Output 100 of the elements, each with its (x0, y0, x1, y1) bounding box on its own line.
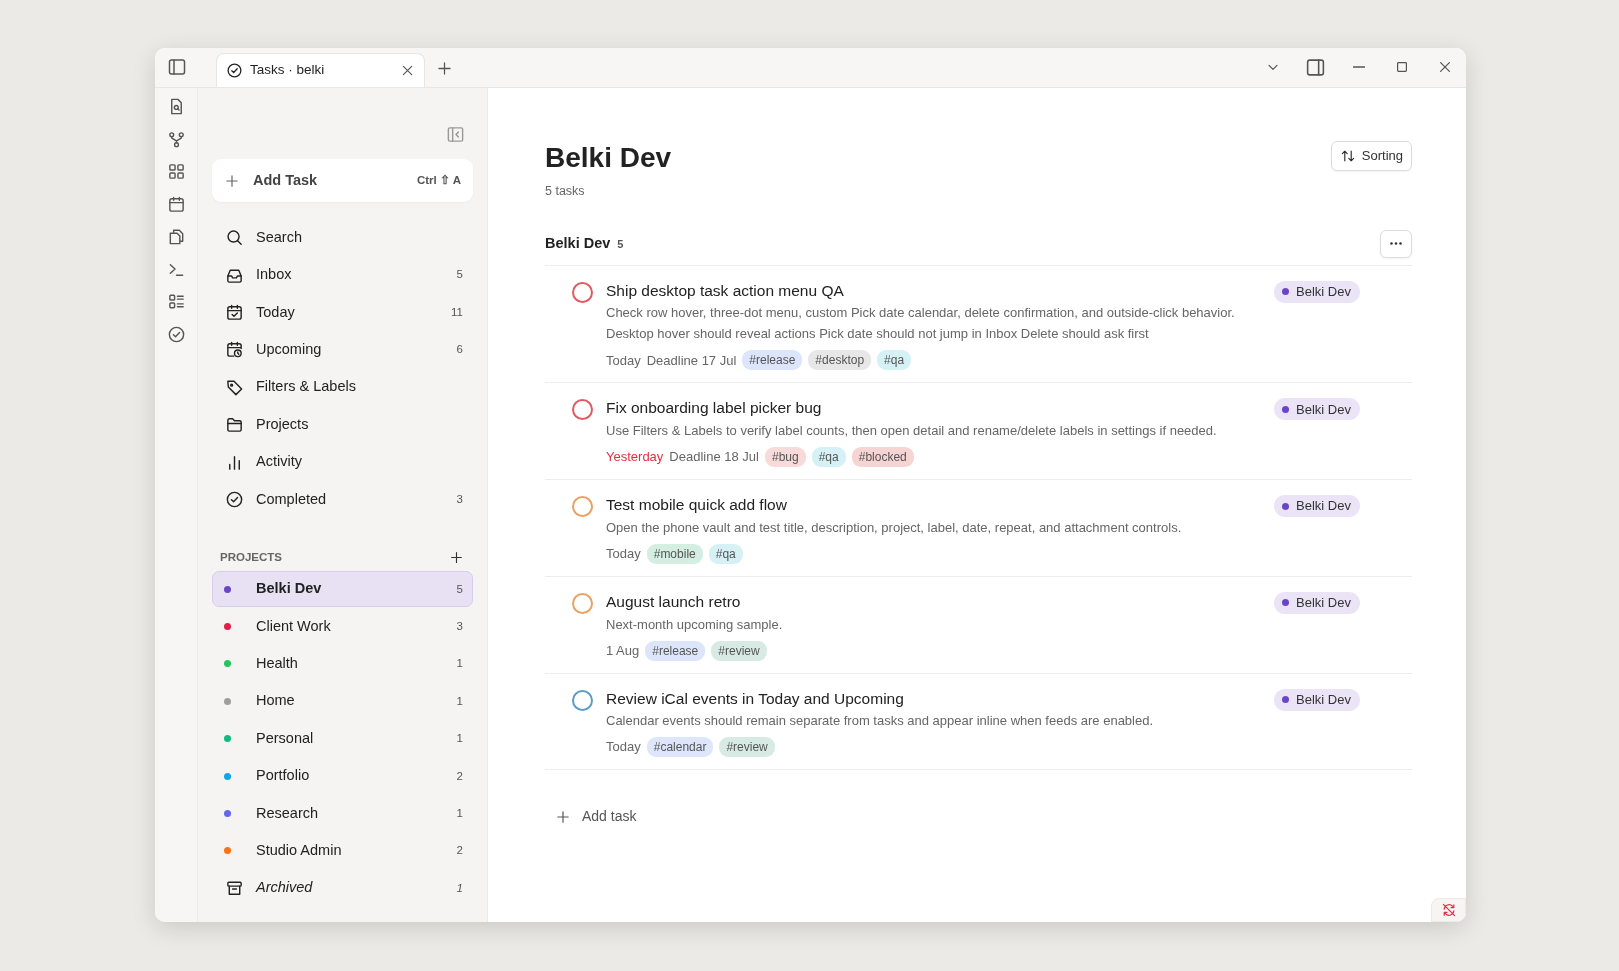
branch-icon (166, 129, 186, 149)
checklist-button[interactable] (166, 292, 186, 311)
label-tag: #release (645, 640, 706, 661)
label-tag: #qa (708, 543, 743, 564)
count: 5 (456, 581, 463, 597)
count: 6 (456, 342, 463, 358)
grid-button[interactable] (166, 162, 186, 181)
sort-icon (1339, 148, 1356, 164)
project-tag: Belki Dev (1274, 495, 1360, 518)
section-heading: PROJECTS (220, 549, 282, 565)
project-tag: Belki Dev (1274, 591, 1360, 614)
task-checkbox[interactable] (572, 689, 593, 711)
add-task-button[interactable]: Add task (555, 806, 637, 828)
task-description: Check row hover, three-dot menu, custom Pick date calendar, delete confirmation, and outside-click behavior. (606, 304, 1236, 323)
project-item[interactable]: Portfolio 2 (212, 758, 473, 795)
count: 3 (456, 491, 463, 507)
add-project-button[interactable] (449, 549, 464, 565)
project-item[interactable]: Belki Dev 5 (212, 571, 473, 608)
checklist-icon (166, 292, 186, 311)
task-checkbox[interactable] (572, 592, 593, 614)
task-description: Calendar events should remain separate from tasks and appear inline when feeds are enabled. (606, 712, 1155, 731)
section-title: Belki Dev (545, 234, 611, 251)
folder-icon (225, 415, 244, 435)
project-item[interactable]: Archived 1 (212, 870, 473, 907)
count: 1 (456, 805, 463, 821)
project-item[interactable]: Client Work 3 (212, 608, 473, 645)
sidebar-toggle-button[interactable] (166, 57, 187, 77)
calendar-icon (166, 194, 186, 214)
count: 2 (456, 768, 463, 784)
count: 2 (456, 843, 463, 859)
sidebar-icon (166, 57, 187, 77)
calendar-clock-icon (225, 340, 244, 360)
collapse-icon (446, 124, 465, 144)
label-tag: #calendar (646, 737, 714, 758)
count: 3 (456, 618, 463, 634)
plus-icon (449, 549, 464, 565)
project-tag: Belki Dev (1274, 280, 1360, 303)
count: 1 (456, 731, 463, 747)
due-date: Today (606, 738, 641, 757)
task-description: Next-month upcoming sample. (606, 615, 784, 634)
close-tab-button[interactable] (400, 63, 415, 78)
nav-item[interactable]: Filters & Labels (212, 368, 473, 406)
label-tag: #release (742, 350, 803, 371)
nav-item[interactable]: Projects (212, 405, 473, 444)
branch-button[interactable] (166, 129, 186, 149)
count: 1 (456, 693, 463, 709)
project-item[interactable]: Studio Admin 2 (212, 832, 473, 869)
label-tag: #mobile (646, 543, 703, 564)
label-tag: #desktop (808, 350, 872, 371)
sync-off-icon (1440, 902, 1457, 918)
nav-item[interactable]: Today 11 (212, 293, 473, 332)
due-date: Yesterday (606, 448, 664, 467)
calendar-button[interactable] (166, 194, 186, 214)
plus-icon (555, 808, 571, 825)
nav-item[interactable]: Search (212, 219, 473, 257)
check-circle-icon (225, 489, 244, 509)
project-item[interactable]: Personal 1 (212, 720, 473, 757)
task-title: Fix onboarding label picker bug (606, 398, 823, 419)
task-count: 5 tasks (545, 183, 586, 200)
nav-item[interactable]: Completed 3 (212, 480, 473, 519)
sorting-button[interactable]: Sorting (1330, 141, 1412, 171)
task-description: Open the phone vault and test title, description, project, label, date, repeat, and attachment controls. (606, 518, 1183, 537)
plus-icon (224, 172, 240, 189)
task-title: August launch retro (606, 591, 742, 612)
project-tag: Belki Dev (1274, 398, 1360, 421)
sidebar-icon (1305, 56, 1326, 78)
due-date: 1 Aug (606, 641, 640, 660)
check-circle-button[interactable] (166, 324, 186, 344)
task-title: Review iCal events in Today and Upcoming (606, 688, 905, 709)
due-date: Today (606, 351, 641, 370)
task-checkbox[interactable] (572, 496, 593, 518)
project-item[interactable]: Health 1 (212, 645, 473, 682)
label-tag: #blocked (851, 447, 914, 468)
project-item[interactable]: Home 1 (212, 683, 473, 720)
calendar-check-icon (225, 302, 244, 322)
deadline: Deadline 17 Jul (646, 351, 737, 370)
label-tag: #qa (811, 447, 846, 468)
nav-item[interactable]: Inbox 5 (212, 256, 473, 294)
task-title: Ship desktop task action menu QA (606, 280, 845, 301)
project-item[interactable]: Research 1 (212, 795, 473, 832)
add-task-button[interactable]: Add Task Ctrl ⇧ A (212, 159, 473, 202)
browser-tab[interactable]: Tasks · belki (216, 53, 425, 87)
tab-title: Tasks · belki (250, 61, 326, 80)
check-circle-icon (166, 324, 186, 344)
task-description: Use Filters & Labels to verify label counts, then open detail and rename/delete labels in settings if needed. (606, 422, 1218, 441)
due-date: Today (606, 545, 641, 564)
count: 11 (451, 304, 463, 320)
page-title: Belki Dev (545, 144, 672, 172)
task-description: Desktop hover should reveal actions Pick date should not jump in Inbox Delete should ask first (606, 325, 1150, 344)
close-icon (400, 63, 415, 78)
keyboard-shortcut: Ctrl ⇧ A (416, 172, 461, 188)
nav-item[interactable]: Upcoming 6 (212, 331, 473, 369)
search-icon (225, 228, 244, 248)
count: 5 (617, 237, 624, 250)
task-checkbox[interactable] (572, 399, 593, 421)
label-tag: #review (719, 737, 775, 758)
label-tag: #qa (877, 350, 912, 371)
task-checkbox[interactable] (572, 281, 593, 303)
check-circle-icon (226, 62, 243, 79)
nav-item[interactable]: Activity (212, 443, 473, 481)
